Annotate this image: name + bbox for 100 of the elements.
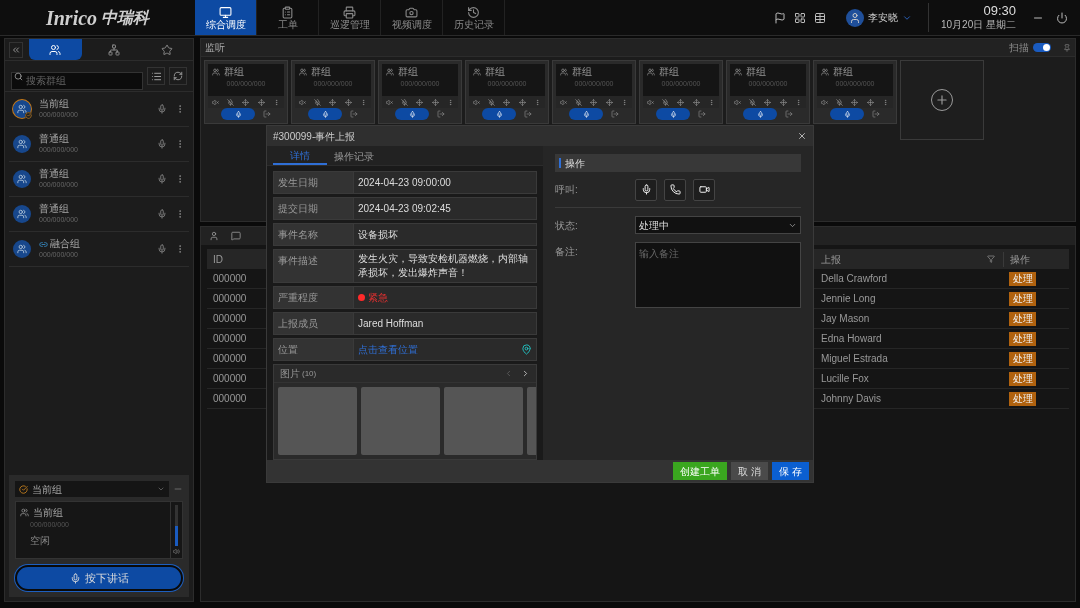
video-button[interactable]: [693, 178, 715, 201]
mic-icon[interactable]: [157, 104, 167, 114]
mute-icon[interactable]: [212, 98, 220, 106]
group-select[interactable]: 当前组: [15, 481, 169, 497]
mic-button[interactable]: [656, 108, 690, 120]
note-field[interactable]: 输入备注: [635, 242, 801, 308]
move-icon[interactable]: [416, 98, 424, 106]
move-icon[interactable]: [692, 98, 700, 106]
exit-icon[interactable]: [524, 110, 532, 118]
mic-button[interactable]: [569, 108, 603, 120]
mute-icon[interactable]: [299, 98, 307, 106]
mic-off-icon[interactable]: [314, 98, 322, 106]
sidebar-tab[interactable]: [29, 39, 82, 60]
move-icon[interactable]: [677, 98, 685, 106]
avatar-icon[interactable]: [845, 8, 864, 27]
mic-button[interactable]: [830, 108, 864, 120]
handle-button[interactable]: 处理: [1009, 352, 1036, 366]
move-icon[interactable]: [851, 98, 859, 106]
push-to-talk-button[interactable]: 按下讲话: [15, 565, 183, 591]
close-icon[interactable]: [797, 131, 807, 141]
mic-off-icon[interactable]: [836, 98, 844, 106]
photo-thumbnail[interactable]: [444, 387, 523, 455]
exit-icon[interactable]: [263, 110, 271, 118]
phone-button[interactable]: [664, 178, 686, 201]
save-button[interactable]: 保 存: [772, 462, 809, 480]
handle-button[interactable]: 处理: [1009, 372, 1036, 386]
mic-button[interactable]: [635, 178, 657, 201]
prev-icon[interactable]: [504, 369, 513, 378]
mic-off-icon[interactable]: [401, 98, 409, 106]
nav-tab[interactable]: 巡逻管理: [319, 0, 381, 35]
photo-thumbnail[interactable]: [278, 387, 357, 455]
mic-icon[interactable]: [157, 209, 167, 219]
mic-icon[interactable]: [157, 174, 167, 184]
move-icon[interactable]: [518, 98, 526, 106]
move-icon[interactable]: [590, 98, 598, 106]
handle-button[interactable]: 处理: [1009, 332, 1036, 346]
mic-off-icon[interactable]: [227, 98, 235, 106]
collapse-button[interactable]: [9, 41, 23, 58]
exit-icon[interactable]: [872, 110, 880, 118]
flag-icon[interactable]: [773, 11, 786, 24]
scan-toggle[interactable]: [1033, 43, 1051, 52]
mute-icon[interactable]: [734, 98, 742, 106]
exit-icon[interactable]: [350, 110, 358, 118]
nav-tab[interactable]: 视频调度: [381, 0, 443, 35]
next-icon[interactable]: [521, 369, 530, 378]
handle-button[interactable]: 处理: [1009, 292, 1036, 306]
move-icon[interactable]: [431, 98, 439, 106]
search-field[interactable]: 搜索群组: [11, 71, 143, 90]
table-icon[interactable]: [813, 11, 826, 24]
move-icon[interactable]: [344, 98, 352, 106]
grid-icon[interactable]: [793, 11, 806, 24]
move-icon[interactable]: [779, 98, 787, 106]
move-icon[interactable]: [605, 98, 613, 106]
pin-icon[interactable]: [1063, 43, 1071, 52]
exit-icon[interactable]: [611, 110, 619, 118]
cancel-button[interactable]: 取 消: [731, 462, 769, 480]
mic-icon[interactable]: [157, 244, 167, 254]
mic-button[interactable]: [221, 108, 255, 120]
list-view-button[interactable]: [147, 67, 165, 85]
move-icon[interactable]: [257, 98, 265, 106]
message-icon[interactable]: [231, 231, 241, 241]
volume-slider[interactable]: [175, 505, 178, 546]
add-tile-button[interactable]: [900, 60, 984, 140]
nav-tab[interactable]: 综合调度: [195, 0, 257, 35]
mic-off-icon[interactable]: [749, 98, 757, 106]
move-icon[interactable]: [764, 98, 772, 106]
mute-icon[interactable]: [821, 98, 829, 106]
mute-icon[interactable]: [473, 98, 481, 106]
nav-tab[interactable]: 历史记录: [443, 0, 505, 35]
handle-button[interactable]: 处理: [1009, 312, 1036, 326]
exit-icon[interactable]: [698, 110, 706, 118]
mic-off-icon[interactable]: [488, 98, 496, 106]
status-select[interactable]: 处理中: [635, 216, 801, 234]
mic-off-icon[interactable]: [662, 98, 670, 106]
filter-icon[interactable]: [987, 255, 995, 263]
dialog-tab[interactable]: 操作记录: [327, 147, 381, 165]
exit-icon[interactable]: [437, 110, 445, 118]
mute-icon[interactable]: [560, 98, 568, 106]
mic-button[interactable]: [308, 108, 342, 120]
mic-off-icon[interactable]: [575, 98, 583, 106]
handle-button[interactable]: 处理: [1009, 272, 1036, 286]
exit-icon[interactable]: [785, 110, 793, 118]
nav-tab[interactable]: 工单: [257, 0, 319, 35]
move-icon[interactable]: [866, 98, 874, 106]
move-icon[interactable]: [242, 98, 250, 106]
power-icon[interactable]: [1056, 11, 1068, 24]
handle-button[interactable]: 处理: [1009, 392, 1036, 406]
mic-button[interactable]: [743, 108, 777, 120]
photo-thumbnail[interactable]: [361, 387, 440, 455]
mute-icon[interactable]: [386, 98, 394, 106]
move-icon[interactable]: [329, 98, 337, 106]
person-icon[interactable]: [209, 231, 219, 241]
refresh-button[interactable]: [169, 67, 187, 85]
mute-icon[interactable]: [647, 98, 655, 106]
dialog-tab[interactable]: 详情: [273, 147, 327, 165]
mic-button[interactable]: [395, 108, 429, 120]
map-pin-icon[interactable]: [521, 344, 532, 355]
mic-button[interactable]: [482, 108, 516, 120]
move-icon[interactable]: [503, 98, 511, 106]
mic-icon[interactable]: [157, 139, 167, 149]
